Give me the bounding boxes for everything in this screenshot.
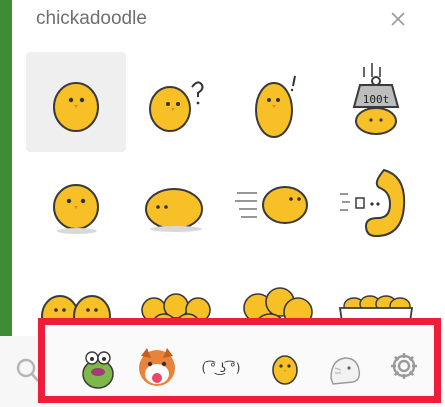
lenny-face-label: ( ͡° ͜ʖ ͡°) bbox=[201, 361, 241, 375]
gear-icon bbox=[391, 353, 417, 379]
tray-cat-sticker-pack[interactable] bbox=[320, 345, 366, 391]
sticker-chick-surprised[interactable] bbox=[226, 52, 326, 152]
sticker-chick-front[interactable] bbox=[26, 152, 126, 252]
tray-frog-sticker-pack[interactable] bbox=[74, 345, 120, 391]
sticker-chick-lying[interactable] bbox=[126, 152, 226, 252]
settings-button[interactable] bbox=[388, 350, 420, 382]
tray-dog-sticker-pack[interactable] bbox=[134, 345, 180, 391]
weight-label: 100t bbox=[363, 93, 390, 106]
sticker-chick-running[interactable] bbox=[226, 152, 326, 252]
sticker-chick-standing[interactable] bbox=[26, 52, 126, 152]
background-window-strip bbox=[0, 0, 12, 336]
sticker-chick-question[interactable] bbox=[126, 52, 226, 152]
tray-face-sticker-pack[interactable]: ( ͡° ͜ʖ ͡°) bbox=[192, 345, 250, 391]
tray-chick-sticker-pack[interactable] bbox=[262, 345, 308, 391]
close-button[interactable] bbox=[388, 9, 408, 29]
sticker-grid: 100t bbox=[18, 44, 418, 339]
sticker-chick-under-weight[interactable]: 100t bbox=[326, 52, 426, 152]
search-button[interactable] bbox=[12, 353, 40, 387]
close-icon bbox=[391, 12, 405, 26]
search-icon bbox=[16, 358, 39, 382]
sticker-chick-curled[interactable] bbox=[326, 152, 426, 252]
sticker-pack-title: chickadoodle bbox=[36, 8, 147, 29]
